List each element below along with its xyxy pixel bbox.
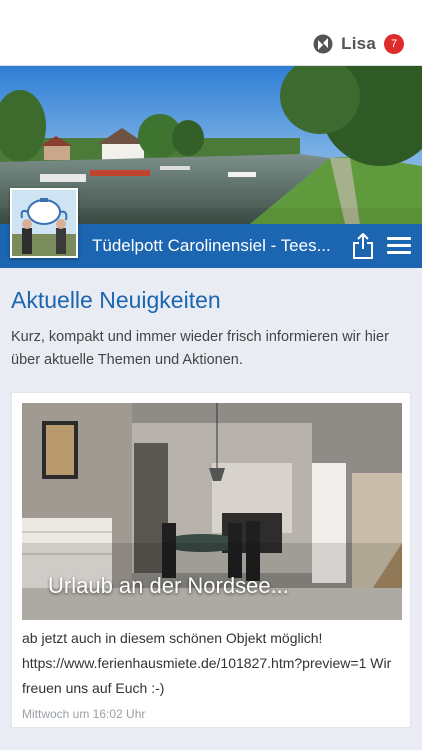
news-post-title[interactable]: Urlaub an der Nordsee... [48,573,289,599]
menu-icon[interactable] [387,237,411,255]
news-post-text-line: freuen uns auf Euch :-) [22,680,165,696]
share-icon[interactable] [352,233,374,259]
teapot-logo-icon [12,190,76,256]
section-intro-text: Kurz, kompakt und immer wieder frisch in… [11,329,389,368]
news-post-text-line: ab jetzt auch in diesem schönen Objekt m… [22,630,323,646]
news-post-card[interactable]: Urlaub an der Nordsee... ab jetzt auch i… [11,392,411,728]
user-logo-icon [313,34,333,54]
news-post-image[interactable]: Urlaub an der Nordsee... [22,403,402,620]
user-name[interactable]: Lisa [341,34,376,54]
business-logo[interactable] [10,188,78,258]
page-title[interactable]: Tüdelpott Carolinensiel - Tees... [92,224,344,268]
news-post-link[interactable]: https://www.ferienhausmiete.de/101827.ht… [22,651,407,676]
news-post-text: ab jetzt auch in diesem schönen Objekt m… [22,626,407,701]
top-bar: Lisa 7 [0,0,422,66]
news-post-timestamp: Mittwoch um 16:02 Uhr [22,707,146,721]
user-profile-area[interactable]: Lisa 7 [313,32,404,56]
section-heading: Aktuelle Neuigkeiten [11,287,221,313]
notification-badge[interactable]: 7 [384,34,404,54]
